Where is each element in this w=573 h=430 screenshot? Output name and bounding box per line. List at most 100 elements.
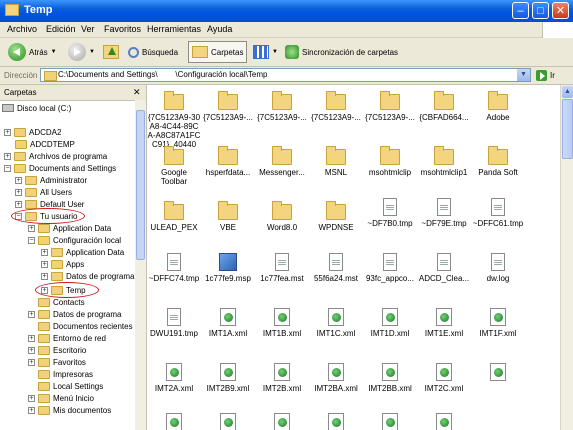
expand-icon[interactable]: + bbox=[41, 260, 48, 268]
forward-button[interactable]: ▼ bbox=[68, 41, 95, 63]
tree-item-local-disk[interactable]: Disco local (C:) bbox=[2, 102, 71, 114]
file-item[interactable] bbox=[363, 413, 417, 430]
file-item[interactable]: IMT2A.xml bbox=[147, 363, 201, 393]
menu-ayuda[interactable]: Ayuda bbox=[207, 24, 232, 34]
chevron-down-icon[interactable]: ▼ bbox=[517, 69, 530, 81]
file-item[interactable]: IMT2BB.xml bbox=[363, 363, 417, 393]
file-item[interactable]: dw.log bbox=[471, 253, 525, 283]
file-item[interactable]: IMT1D.xml bbox=[363, 308, 417, 338]
file-item[interactable]: 1c77fe9.msp bbox=[201, 253, 255, 283]
file-item[interactable]: 1c77fea.mst bbox=[255, 253, 309, 283]
close-icon[interactable]: ✕ bbox=[133, 87, 141, 98]
file-item[interactable] bbox=[147, 413, 201, 430]
expand-icon[interactable]: + bbox=[15, 176, 22, 184]
expand-icon[interactable]: + bbox=[41, 272, 48, 280]
file-item[interactable]: 93fc_appco... bbox=[363, 253, 417, 283]
file-item[interactable]: ~DFFC74.tmp bbox=[147, 253, 201, 283]
tree-item-configuracion-local[interactable]: − Configuración local bbox=[28, 234, 121, 246]
expand-icon[interactable]: + bbox=[28, 224, 35, 232]
file-item[interactable]: Panda Soft bbox=[471, 143, 525, 177]
go-arrow-icon[interactable] bbox=[536, 70, 547, 81]
collapse-icon[interactable]: − bbox=[28, 236, 35, 244]
file-item[interactable]: ~DF7B0.tmp bbox=[363, 198, 417, 228]
file-item[interactable]: Google Toolbar bbox=[147, 143, 201, 186]
file-item[interactable]: WPDNSE bbox=[309, 198, 363, 232]
tree-item-all-users[interactable]: + All Users bbox=[15, 186, 72, 198]
file-item[interactable]: VBE bbox=[201, 198, 255, 232]
file-item[interactable]: ADCD_Clea... bbox=[417, 253, 471, 283]
tree-item-apps[interactable]: + Apps bbox=[41, 258, 84, 270]
file-item[interactable]: DWU191.tmp bbox=[147, 308, 201, 338]
file-item[interactable]: IMT2C.xml bbox=[417, 363, 471, 393]
file-item[interactable]: ~DFFC61.tmp bbox=[471, 198, 525, 228]
search-button[interactable]: Búsqueda bbox=[128, 41, 178, 63]
expand-icon[interactable]: + bbox=[28, 406, 35, 414]
close-button[interactable]: ✕ bbox=[552, 2, 569, 19]
tree-item-favoritos[interactable]: + Favoritos bbox=[28, 356, 86, 368]
tree-item-menu-inicio[interactable]: + Menú Inicio bbox=[28, 392, 94, 404]
file-item[interactable]: IMT1C.xml bbox=[309, 308, 363, 338]
expand-icon[interactable]: + bbox=[28, 358, 35, 366]
content-scrollbar-thumb[interactable] bbox=[562, 99, 573, 159]
file-item[interactable]: {7C5123A9-... bbox=[201, 88, 255, 122]
tree-scrollbar[interactable] bbox=[135, 100, 146, 430]
file-item[interactable]: IMT1F.xml bbox=[471, 308, 525, 338]
expand-icon[interactable]: + bbox=[4, 152, 11, 160]
file-item[interactable]: Messenger... bbox=[255, 143, 309, 177]
file-item[interactable] bbox=[417, 413, 471, 430]
tree-item-documentos-recientes[interactable]: Documentos recientes bbox=[38, 320, 133, 332]
collapse-icon[interactable]: − bbox=[4, 164, 11, 172]
tree-item-archivos-de-programa[interactable]: + Archivos de programa bbox=[4, 150, 107, 162]
expand-icon[interactable]: + bbox=[28, 334, 35, 342]
file-item[interactable]: IMT2BA.xml bbox=[309, 363, 363, 393]
file-item[interactable] bbox=[471, 363, 525, 384]
file-item[interactable]: 55f6a24.mst bbox=[309, 253, 363, 283]
address-input[interactable]: C:\Documents and Settings\ \Configuració… bbox=[40, 68, 531, 82]
file-item[interactable]: msohtmlclip bbox=[363, 143, 417, 177]
file-item[interactable]: Adobe bbox=[471, 88, 525, 122]
file-item[interactable]: msohtmlclip1 bbox=[417, 143, 471, 177]
file-item[interactable]: Word8.0 bbox=[255, 198, 309, 232]
menu-ver[interactable]: Ver bbox=[81, 24, 95, 34]
tree-item-impresoras[interactable]: Impresoras bbox=[38, 368, 93, 380]
file-item[interactable]: ~DF79E.tmp bbox=[417, 198, 471, 228]
tree-item-administrator[interactable]: + Administrator bbox=[15, 174, 87, 186]
expand-icon[interactable]: + bbox=[28, 346, 35, 354]
minimize-button[interactable]: – bbox=[512, 2, 529, 19]
tree-item-escritorio[interactable]: + Escritorio bbox=[28, 344, 86, 356]
file-item[interactable] bbox=[309, 413, 363, 430]
tree-item-mis-documentos[interactable]: + Mis documentos bbox=[28, 404, 111, 416]
maximize-button[interactable]: □ bbox=[532, 2, 549, 19]
sync-folders-button[interactable]: Sincronización de carpetas bbox=[285, 41, 398, 63]
tree-item-local-application-data[interactable]: + Application Data bbox=[41, 246, 124, 258]
file-item[interactable]: {7C5123A9-... bbox=[363, 88, 417, 122]
back-button[interactable]: Atrás ▼ bbox=[8, 41, 57, 63]
go-label[interactable]: Ir bbox=[550, 71, 555, 80]
expand-icon[interactable]: + bbox=[28, 394, 35, 402]
up-folder-button[interactable] bbox=[103, 41, 119, 63]
tree-item-adcdtemp[interactable]: ADCDTEMP bbox=[15, 138, 75, 150]
tree-item-datos-de-programa[interactable]: + Datos de programa bbox=[28, 308, 121, 320]
file-item[interactable]: IMT1B.xml bbox=[255, 308, 309, 338]
file-item[interactable]: IMT2B9.xml bbox=[201, 363, 255, 393]
tree-item-adcda2[interactable]: + ADCDA2 bbox=[4, 126, 61, 138]
file-item[interactable]: {CBFAD664... bbox=[417, 88, 471, 122]
tree-item-datos-de-programa-local[interactable]: + Datos de programa bbox=[41, 270, 134, 282]
file-item[interactable]: {7C5123A9-... bbox=[255, 88, 309, 122]
tree-scrollbar-thumb[interactable] bbox=[136, 110, 145, 260]
file-item[interactable]: ULEAD_PEX bbox=[147, 198, 201, 232]
menu-herramientas[interactable]: Herramientas bbox=[147, 24, 201, 34]
tree-item-documents-and-settings[interactable]: − Documents and Settings bbox=[4, 162, 116, 174]
expand-icon[interactable]: + bbox=[41, 248, 48, 256]
file-item[interactable] bbox=[201, 413, 255, 430]
menu-edicion[interactable]: Edición bbox=[46, 24, 76, 34]
tree-item-entorno-de-red[interactable]: + Entorno de red bbox=[28, 332, 106, 344]
file-item[interactable]: IMT1E.xml bbox=[417, 308, 471, 338]
expand-icon[interactable]: + bbox=[4, 128, 11, 136]
file-item[interactable]: MSNL bbox=[309, 143, 363, 177]
expand-icon[interactable]: + bbox=[15, 200, 22, 208]
folders-button[interactable]: Carpetas bbox=[188, 41, 248, 63]
file-item[interactable]: hsperfdata... bbox=[201, 143, 255, 177]
file-item[interactable]: IMT1A.xml bbox=[201, 308, 255, 338]
file-item[interactable]: {7C5123A9-... bbox=[309, 88, 363, 122]
